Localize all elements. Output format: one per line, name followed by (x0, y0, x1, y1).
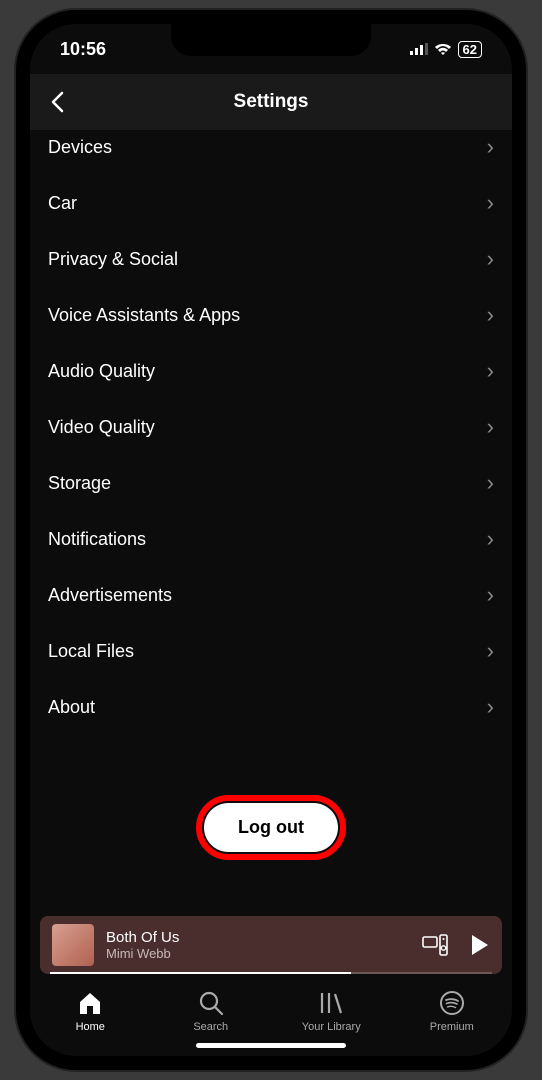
cellular-icon (410, 43, 428, 55)
settings-item-label: Video Quality (48, 417, 155, 438)
chevron-right-icon: › (487, 582, 494, 608)
logout-button[interactable]: Log out (204, 803, 338, 852)
settings-item-label: Storage (48, 473, 111, 494)
home-icon (77, 990, 103, 1016)
settings-item-label: Local Files (48, 641, 134, 662)
status-right: 62 (410, 41, 482, 58)
chevron-right-icon: › (487, 414, 494, 440)
settings-item-car[interactable]: Car › (48, 175, 494, 231)
now-playing-controls (422, 934, 490, 956)
progress-fill (50, 972, 351, 974)
settings-item-video-quality[interactable]: Video Quality › (48, 399, 494, 455)
settings-item-notifications[interactable]: Notifications › (48, 511, 494, 567)
tab-bar: Home Search Your Library Premium (30, 980, 512, 1037)
track-artist: Mimi Webb (106, 946, 410, 961)
settings-item-label: Notifications (48, 529, 146, 550)
chevron-right-icon: › (487, 134, 494, 160)
header: Settings (30, 74, 512, 130)
settings-item-storage[interactable]: Storage › (48, 455, 494, 511)
tab-label: Search (193, 1021, 228, 1033)
chevron-right-icon: › (487, 526, 494, 552)
album-art (52, 924, 94, 966)
settings-item-label: Advertisements (48, 585, 172, 606)
settings-item-label: Voice Assistants & Apps (48, 305, 240, 326)
settings-item-advertisements[interactable]: Advertisements › (48, 567, 494, 623)
devices-icon[interactable] (422, 934, 448, 956)
notch (171, 24, 371, 56)
settings-item-label: Car (48, 193, 77, 214)
search-icon (198, 990, 224, 1016)
spotify-icon (439, 990, 465, 1016)
settings-item-devices[interactable]: Devices › (48, 130, 494, 175)
chevron-right-icon: › (487, 694, 494, 720)
tab-home[interactable]: Home (45, 990, 135, 1033)
tab-label: Home (76, 1021, 105, 1033)
tab-search[interactable]: Search (166, 990, 256, 1033)
tab-premium[interactable]: Premium (407, 990, 497, 1033)
chevron-right-icon: › (487, 470, 494, 496)
chevron-right-icon: › (487, 190, 494, 216)
home-indicator[interactable] (196, 1043, 346, 1048)
now-playing-bar[interactable]: Both Of Us Mimi Webb (40, 916, 502, 974)
track-info: Both Of Us Mimi Webb (106, 929, 410, 961)
tab-label: Premium (430, 1021, 474, 1033)
chevron-right-icon: › (487, 638, 494, 664)
logout-highlight: Log out (196, 795, 346, 860)
settings-item-label: Privacy & Social (48, 249, 178, 270)
back-button[interactable] (42, 83, 72, 121)
tab-label: Your Library (302, 1021, 361, 1033)
progress-bar (50, 972, 492, 974)
settings-list[interactable]: Devices › Car › Privacy & Social › Voice… (30, 130, 512, 916)
phone-frame: 10:56 62 Settings Devices › (16, 10, 526, 1070)
settings-item-label: About (48, 697, 95, 718)
chevron-right-icon: › (487, 302, 494, 328)
tab-library[interactable]: Your Library (286, 990, 376, 1033)
settings-item-voice-assistants[interactable]: Voice Assistants & Apps › (48, 287, 494, 343)
settings-item-about[interactable]: About › (48, 679, 494, 735)
screen: 10:56 62 Settings Devices › (30, 24, 512, 1056)
settings-item-label: Devices (48, 137, 112, 158)
track-title: Both Of Us (106, 929, 410, 946)
battery-indicator: 62 (458, 41, 482, 58)
chevron-right-icon: › (487, 246, 494, 272)
status-time: 10:56 (60, 39, 106, 60)
settings-item-label: Audio Quality (48, 361, 155, 382)
chevron-right-icon: › (487, 358, 494, 384)
wifi-icon (434, 43, 452, 56)
play-icon[interactable] (470, 934, 490, 956)
library-icon (318, 990, 344, 1016)
settings-item-local-files[interactable]: Local Files › (48, 623, 494, 679)
page-title: Settings (30, 91, 512, 113)
settings-item-privacy-social[interactable]: Privacy & Social › (48, 231, 494, 287)
settings-item-audio-quality[interactable]: Audio Quality › (48, 343, 494, 399)
logout-container: Log out (48, 735, 494, 900)
